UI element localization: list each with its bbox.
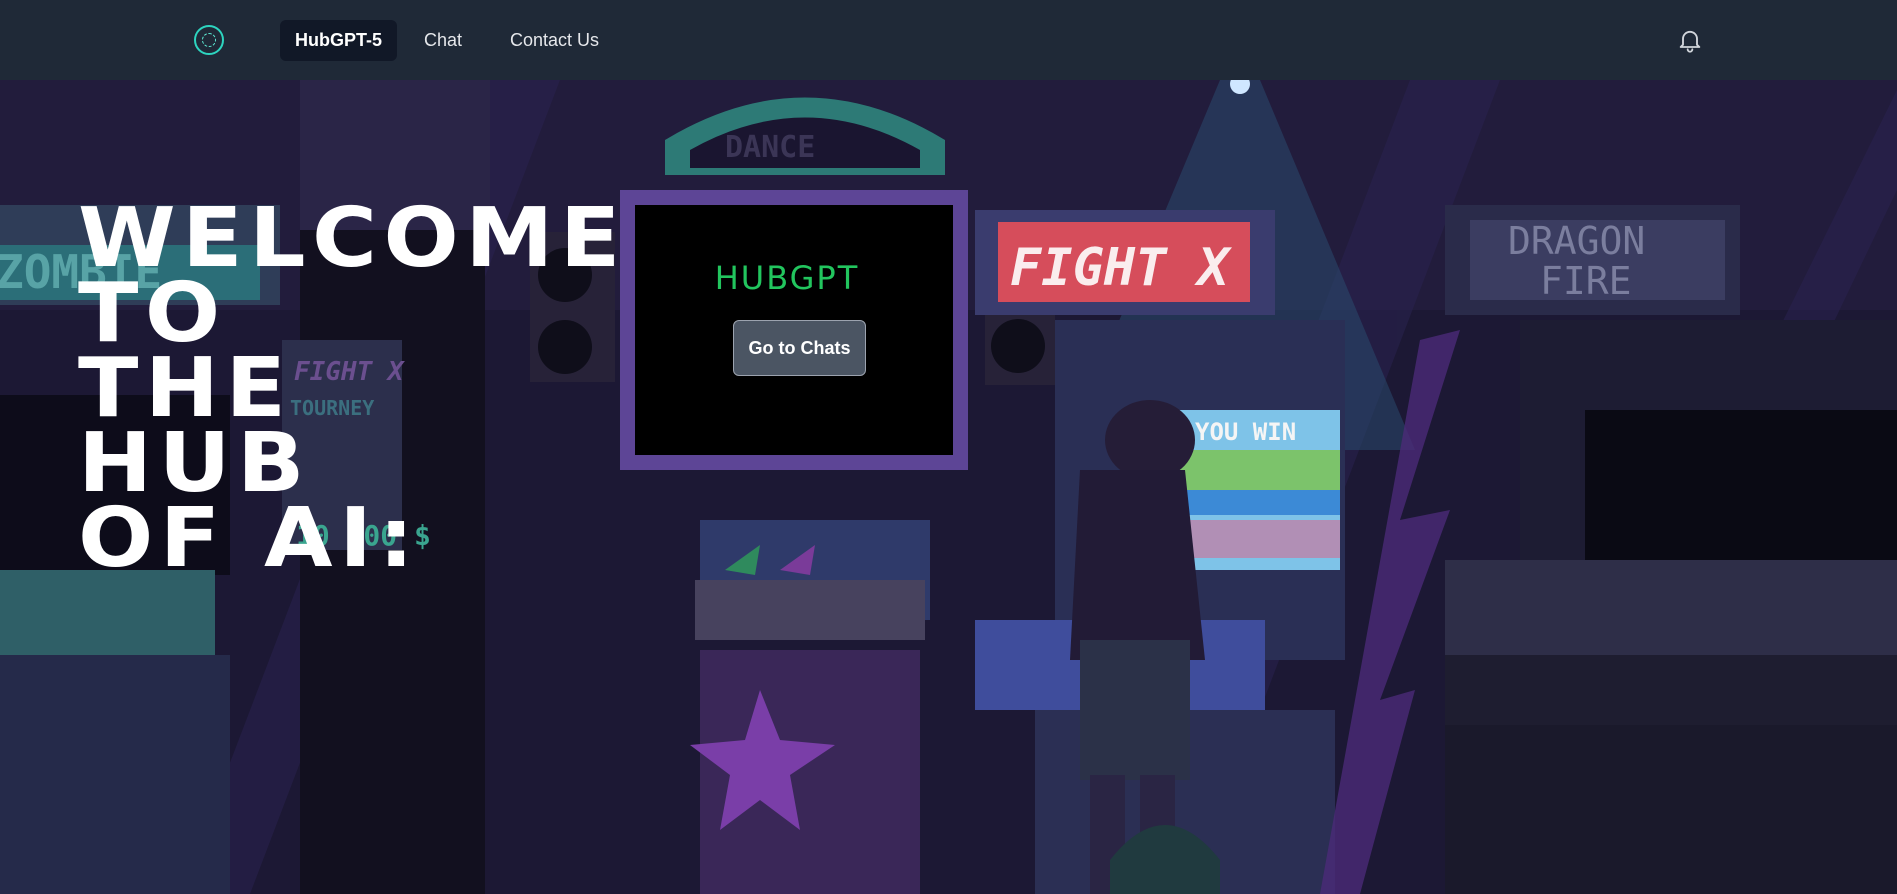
nav-link-chat[interactable]: Chat — [409, 20, 477, 61]
top-navbar: HubGPT-5 Chat Contact Us — [0, 0, 1897, 80]
dance-sign-text: DANCE — [725, 130, 815, 165]
welcome-line: THE — [78, 341, 293, 436]
dragon-sign-line2: FIRE — [1540, 259, 1632, 303]
go-to-chats-button[interactable]: Go to Chats — [733, 320, 866, 376]
welcome-line: TO — [78, 266, 227, 361]
you-win-text: YOU WIN — [1195, 418, 1296, 446]
welcome-line: WELCOME — [78, 191, 627, 286]
welcome-line: OF AI: — [78, 491, 421, 586]
logo-inner-icon — [202, 33, 216, 47]
welcome-line: HUB — [78, 416, 311, 511]
fight-sign-text: FIGHT X — [1010, 238, 1233, 298]
notification-bell-icon[interactable] — [1676, 26, 1704, 54]
dragon-sign-line1: DRAGON — [1508, 219, 1645, 263]
arcade-background: ZOMBIE FIGHT X TOURNEY 10 000 $ DANCE FI… — [0, 80, 1897, 894]
screen-title: HUBGPT — [714, 259, 860, 297]
welcome-heading: WELCOME TO THE HUB OF AI: — [78, 191, 627, 586]
nav-link-contact-us[interactable]: Contact Us — [495, 20, 614, 61]
nav-link-hubgpt5[interactable]: HubGPT-5 — [280, 20, 398, 61]
logo-icon[interactable] — [194, 25, 224, 55]
